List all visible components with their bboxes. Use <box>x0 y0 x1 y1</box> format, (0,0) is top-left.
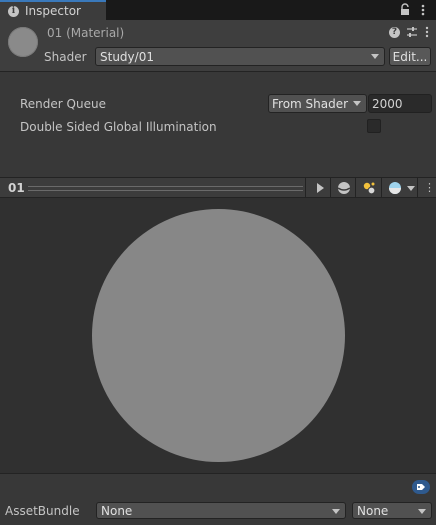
material-preview[interactable] <box>0 198 436 473</box>
material-properties: Render Queue From Shader 2000 Double Sid… <box>0 73 436 177</box>
lock-icon[interactable] <box>399 3 411 17</box>
shader-value: Study/01 <box>100 49 154 64</box>
tag-icon[interactable] <box>412 480 430 494</box>
toolbar-divider <box>355 178 356 197</box>
render-queue-mode-value: From Shader <box>272 96 349 111</box>
tab-label: Inspector <box>25 4 81 18</box>
shader-dropdown[interactable]: Study/01 <box>95 47 385 66</box>
assetbundle-variant-dropdown[interactable]: None <box>352 502 432 519</box>
assetbundle-variant-value: None <box>357 503 389 518</box>
play-icon[interactable] <box>312 180 328 196</box>
assetbundle-value: None <box>101 503 133 518</box>
tab-inspector[interactable]: i Inspector <box>0 0 106 20</box>
preview-resize-handle[interactable] <box>28 186 303 191</box>
material-title: 01 (Material) <box>47 26 125 40</box>
toolbar-divider <box>381 178 382 197</box>
render-queue-label: Render Queue <box>20 97 106 111</box>
chevron-down-icon <box>332 509 340 514</box>
preview-toolbar: 01 ⋮ <box>0 177 436 198</box>
assetbundle-footer: AssetBundle None None <box>0 473 436 525</box>
info-icon: i <box>8 5 19 17</box>
chevron-down-icon <box>418 509 426 514</box>
dsgi-label: Double Sided Global Illumination <box>20 120 217 134</box>
material-thumbnail <box>8 27 38 57</box>
preview-menu-icon[interactable]: ⋮ <box>424 181 435 194</box>
preview-title: 01 <box>8 181 25 195</box>
tab-bar: i Inspector <box>0 0 436 20</box>
render-queue-mode-dropdown[interactable]: From Shader <box>268 94 367 113</box>
sphere-mesh-icon[interactable] <box>336 180 352 196</box>
help-icon[interactable]: ? <box>389 26 400 38</box>
light-toggle-icon[interactable] <box>361 180 377 196</box>
toolbar-divider <box>417 178 418 197</box>
skybox-icon[interactable] <box>387 180 403 196</box>
chevron-down-icon[interactable] <box>407 186 415 191</box>
chevron-down-icon <box>353 101 361 106</box>
header-icons: ? <box>389 26 430 38</box>
assetbundle-label: AssetBundle <box>5 504 80 518</box>
edit-shader-button[interactable]: Edit... <box>389 47 431 66</box>
render-queue-field[interactable]: 2000 <box>368 94 432 113</box>
presets-icon[interactable] <box>406 26 418 38</box>
toolbar-divider <box>305 178 306 197</box>
assetbundle-dropdown[interactable]: None <box>96 502 346 519</box>
chevron-down-icon <box>371 54 379 59</box>
toolbar-divider <box>330 178 331 197</box>
preview-sphere <box>92 209 345 462</box>
dsgi-checkbox[interactable] <box>367 119 381 133</box>
context-menu-icon[interactable] <box>424 26 430 38</box>
tab-menu-icon[interactable] <box>418 2 428 18</box>
material-header: 01 (Material) ? Shader Study/01 Edit... <box>0 20 436 72</box>
shader-label: Shader <box>44 50 87 64</box>
